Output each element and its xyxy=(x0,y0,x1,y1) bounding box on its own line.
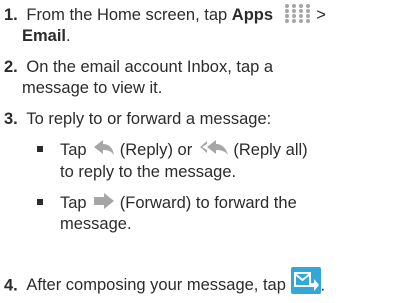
step-number: 1. xyxy=(4,5,18,24)
step-1-line-1: 1. From the Home screen, tap Apps > xyxy=(4,3,326,28)
reply-icon xyxy=(93,139,115,162)
step-1-line-2: Email. xyxy=(22,27,71,45)
reply-all-icon xyxy=(199,139,229,162)
step-number: 2. xyxy=(4,58,18,76)
bullet-marker xyxy=(37,146,43,152)
email-label: Email xyxy=(22,27,67,45)
step-2-line-1: 2. On the email account Inbox, tap a xyxy=(4,58,274,76)
forward-icon xyxy=(93,192,115,215)
apps-label: Apps xyxy=(231,5,274,24)
apps-grid-icon xyxy=(284,3,312,28)
bullet-2-line-2: message. xyxy=(60,215,132,233)
step-2-line-2: message to view it. xyxy=(22,79,163,97)
step-number: 3. xyxy=(4,110,18,128)
bullet-1-line-1: Tap (Reply) or (Reply all) xyxy=(60,139,308,162)
instructions-page: 1. From the Home screen, tap Apps > Emai… xyxy=(0,0,397,303)
step-3-line-1: 3. To reply to or forward a message: xyxy=(4,110,272,128)
bullet-1-line-2: to reply to the message. xyxy=(60,163,237,181)
send-icon xyxy=(290,267,321,299)
bullet-marker xyxy=(37,199,43,205)
step-4-line-1: 4. After composing your message, tap . xyxy=(4,267,325,299)
step-number: 4. xyxy=(4,276,18,295)
bullet-2-line-1: Tap (Forward) to forward the xyxy=(60,192,297,215)
